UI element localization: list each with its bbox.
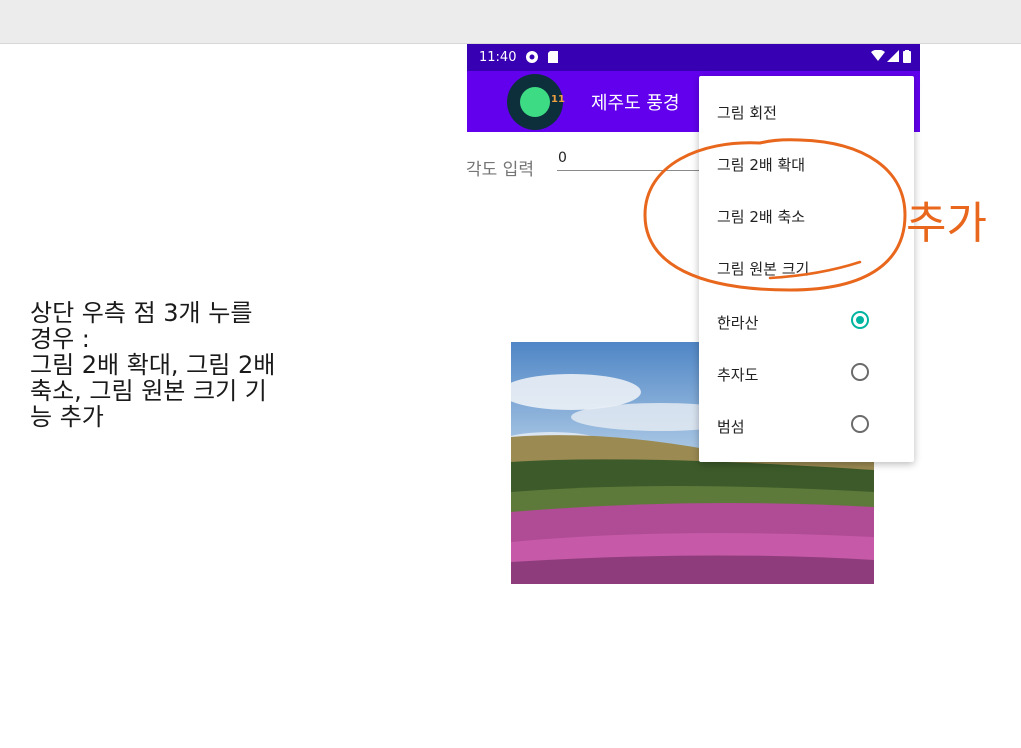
menu-item-rotate[interactable]: 그림 회전 [699, 86, 914, 138]
annotation-text: 추가 [906, 198, 987, 249]
menu-item-beomseom[interactable]: 범섬 [699, 400, 914, 452]
note-line: 경우 : [30, 325, 90, 353]
status-time: 11:40 [479, 50, 517, 65]
instruction-note: 상단 우측 점 3개 누를 경우 : 그림 2배 확대, 그림 2배 축소, 그… [30, 300, 330, 430]
menu-item-zoom-out[interactable]: 그림 2배 축소 [699, 190, 914, 242]
radio-unchecked-icon[interactable] [851, 363, 869, 381]
note-line: 능 추가 [30, 403, 104, 431]
settings-status-icon [525, 50, 539, 68]
menu-item-hallasan[interactable]: 한라산 [699, 296, 914, 348]
app-logo-inner [520, 87, 550, 117]
menu-item-chujado[interactable]: 추자도 [699, 348, 914, 400]
menu-item-original-size[interactable]: 그림 원본 크기 [699, 242, 914, 294]
signal-status-icon [887, 50, 899, 66]
menu-item-label: 추자도 [717, 366, 759, 384]
battery-status-icon [903, 50, 911, 67]
overflow-menu: 그림 회전 그림 2배 확대 그림 2배 축소 그림 원본 크기 한라산 추자도… [699, 76, 914, 462]
radio-checked-icon[interactable] [851, 311, 869, 329]
menu-item-label: 범섬 [717, 418, 745, 436]
app-logo-icon: 11 [507, 74, 565, 130]
note-line: 축소, 그림 원본 크기 기 [30, 377, 267, 405]
radio-unchecked-icon[interactable] [851, 415, 869, 433]
menu-item-label: 한라산 [717, 314, 759, 332]
menu-item-zoom-in[interactable]: 그림 2배 확대 [699, 138, 914, 190]
menu-item-label: 그림 원본 크기 [717, 260, 810, 278]
note-line: 그림 2배 확대, 그림 2배 [30, 351, 276, 379]
menu-item-label: 그림 2배 축소 [717, 208, 806, 226]
status-bar: 11:40 [467, 44, 920, 71]
viewer-top-bar [0, 0, 1021, 44]
app-title: 제주도 풍경 [591, 93, 680, 114]
note-line: 상단 우측 점 3개 누를 [30, 299, 253, 327]
menu-item-label: 그림 2배 확대 [717, 156, 806, 174]
angle-label: 각도 입력 [466, 160, 534, 180]
angle-input[interactable] [557, 146, 708, 171]
menu-item-label: 그림 회전 [717, 104, 777, 122]
wifi-status-icon [871, 49, 885, 66]
app-logo-badge: 11 [551, 94, 565, 105]
sd-card-status-icon [547, 50, 559, 68]
